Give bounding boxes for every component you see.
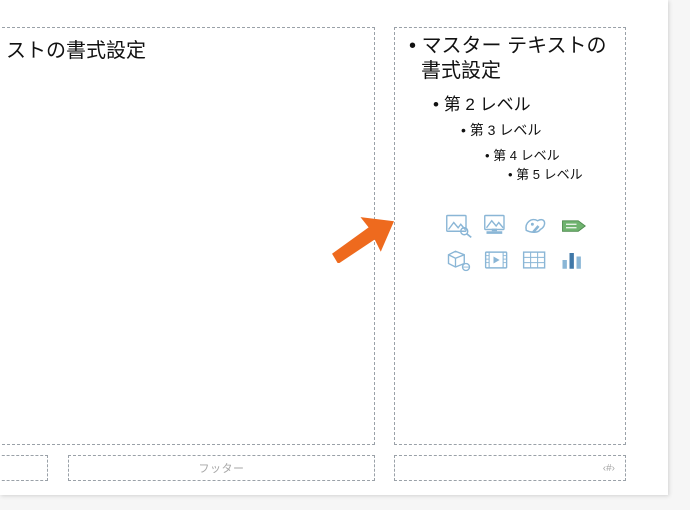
smartart-icon[interactable] — [557, 212, 589, 240]
insert-table-icon[interactable] — [519, 246, 551, 274]
insert-chart-icon[interactable] — [557, 246, 589, 274]
footer-label: フッター — [199, 460, 245, 476]
slide-number-placeholder[interactable]: ‹#› — [394, 455, 626, 481]
outline-bullets: マスター テキストの書式設定 第 2 レベル 第 3 レベル 第 4 レベル 第… — [405, 34, 615, 183]
slide-master-canvas: ストの書式設定 マスター テキストの書式設定 第 2 レベル 第 3 レベル 第… — [0, 0, 668, 495]
bullet-level5: 第 5 レベル — [405, 168, 615, 183]
bullet-level1-text: ストの書式設定 — [6, 34, 366, 63]
bullet-level1: マスター テキストの書式設定 — [417, 34, 615, 84]
date-placeholder[interactable] — [0, 455, 48, 481]
bullet-level2: 第 2 レベル — [405, 90, 615, 115]
bullet-level3: 第 3 レベル — [405, 120, 615, 140]
annotation-arrow-icon — [330, 207, 395, 262]
picture-zoom-icon[interactable] — [443, 212, 475, 240]
online-picture-icon[interactable] — [481, 212, 513, 240]
content-placeholder-left[interactable]: ストの書式設定 — [0, 27, 375, 445]
icons-icon[interactable] — [519, 212, 551, 240]
content-insert-grid — [443, 212, 603, 274]
bullet-level4: 第 4 レベル — [405, 145, 615, 164]
slide-area: ストの書式設定 マスター テキストの書式設定 第 2 レベル 第 3 レベル 第… — [0, 2, 668, 495]
footer-placeholder[interactable]: フッター — [68, 455, 375, 481]
3d-model-icon[interactable] — [443, 246, 475, 274]
video-icon[interactable] — [481, 246, 513, 274]
slide-number-token: ‹#› — [603, 463, 615, 474]
content-placeholder-right[interactable]: マスター テキストの書式設定 第 2 レベル 第 3 レベル 第 4 レベル 第… — [394, 27, 626, 445]
